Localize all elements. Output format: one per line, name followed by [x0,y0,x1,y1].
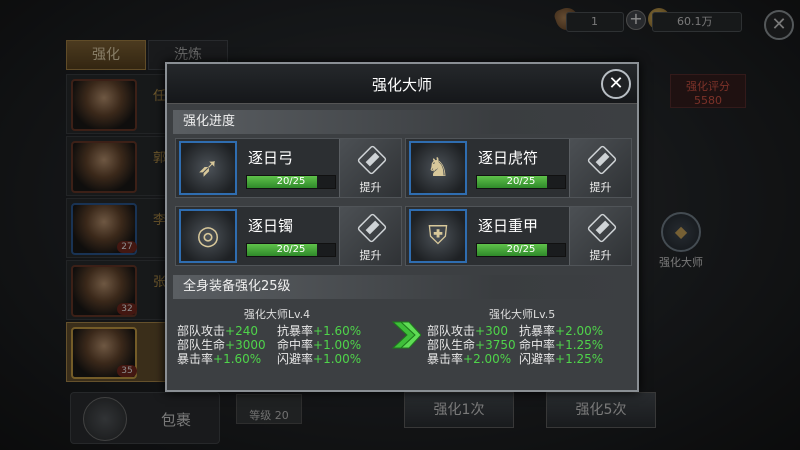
strengthen-master-dialog: 强化大师 ✕ 强化进度 ➶ 逐日弓 20/25 提升 ♞ 逐日虎符 20/25 … [165,62,639,392]
hammer-icon [356,212,388,244]
stat-key: 暴击率 [427,352,464,366]
upgrade-button[interactable]: 提升 [569,139,631,197]
stat-row: 部队生命+3750 命中率+1.25% [427,338,637,352]
upgrade-button[interactable]: 提升 [339,139,401,197]
stat-value: +2.00% [463,352,512,366]
heavy-armor-icon[interactable]: ⛨ [409,209,467,263]
equipment-name: 逐日镯 [248,217,294,235]
stat-value: +2.00% [555,324,604,338]
upgrade-label: 提升 [359,249,382,262]
dialog-header: 强化大师 ✕ [167,64,637,104]
stat-value: +1.60% [213,352,262,366]
stat-value: +1.60% [313,324,362,338]
equipment-card: ⛨ 逐日重甲 20/25 提升 [405,206,632,266]
hammer-icon [586,144,618,176]
equipment-name: 逐日虎符 [478,149,539,167]
bracelet-icon[interactable]: ◎ [179,209,237,263]
bow-icon[interactable]: ➶ [179,141,237,195]
upgrade-button[interactable]: 提升 [339,207,401,265]
arrow-right-icon [391,321,421,349]
stat-key: 闪避率 [519,352,556,366]
stat-row: 暴击率+1.60% 闪避率+1.00% [177,352,377,366]
stat-value: +3000 [225,338,266,352]
stat-key: 抗暴率 [277,324,314,338]
stat-key: 部队攻击 [177,324,226,338]
equipment-card: ♞ 逐日虎符 20/25 提升 [405,138,632,198]
stat-value: +1.25% [555,352,604,366]
progress-bar: 20/25 [476,175,566,189]
equipment-card: ➶ 逐日弓 20/25 提升 [175,138,402,198]
stat-key: 闪避率 [277,352,314,366]
equipment-card: ◎ 逐日镯 20/25 提升 [175,206,402,266]
tiger-tally-icon[interactable]: ♞ [409,141,467,195]
stat-key: 暴击率 [177,352,214,366]
close-dialog-button[interactable]: ✕ [601,69,631,99]
current-master-title: 强化大师Lv.4 [243,308,311,321]
progress-text: 20/25 [276,176,306,187]
dialog-title: 强化大师 [371,76,432,94]
stat-row: 部队生命+3000 命中率+1.00% [177,338,377,352]
next-master-title: 强化大师Lv.5 [489,308,556,321]
stat-key: 部队生命 [427,338,476,352]
stat-value: +1.00% [313,338,362,352]
current-master-stats: 强化大师Lv.4 部队攻击+240 抗暴率+1.60% 部队生命+3000 命中率+… [177,308,377,366]
stat-row: 部队攻击+300 抗暴率+2.00% [427,324,637,338]
upgrade-button[interactable]: 提升 [569,207,631,265]
stat-value: +240 [225,324,258,338]
equipment-name: 逐日弓 [248,149,294,167]
hammer-icon [586,212,618,244]
stat-value: +3750 [475,338,516,352]
progress-bar: 20/25 [246,243,336,257]
equipment-name: 逐日重甲 [478,217,539,235]
stat-value: +1.25% [555,338,604,352]
stat-row: 暴击率+2.00% 闪避率+1.25% [427,352,637,366]
progress-text: 20/25 [276,244,306,255]
progress-text: 20/25 [506,244,536,255]
progress-bar: 20/25 [246,175,336,189]
progress-section-header: 强化进度 [173,110,633,134]
upgrade-label: 提升 [359,181,382,194]
stat-row: 部队攻击+240 抗暴率+1.60% [177,324,377,338]
next-master-stats: 强化大师Lv.5 部队攻击+300 抗暴率+2.00% 部队生命+3750 命中率+… [427,308,637,366]
hammer-icon [356,144,388,176]
upgrade-label: 提升 [589,249,612,262]
upgrade-label: 提升 [589,181,612,194]
progress-bar: 20/25 [476,243,566,257]
stat-key: 部队生命 [177,338,226,352]
full-set-level-header: 全身装备强化25级 [173,275,633,299]
stat-value: +1.00% [313,352,362,366]
stat-value: +300 [475,324,508,338]
stat-key: 抗暴率 [519,324,556,338]
stat-key: 命中率 [277,338,314,352]
stat-key: 命中率 [519,338,556,352]
progress-text: 20/25 [506,176,536,187]
stat-key: 部队攻击 [427,324,476,338]
